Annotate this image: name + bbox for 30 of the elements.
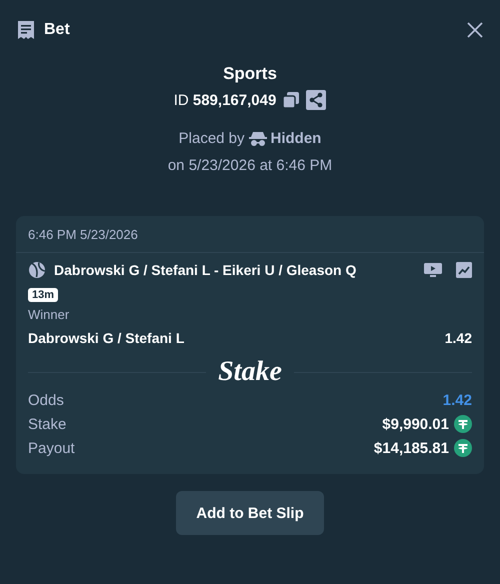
- add-to-bet-slip-button[interactable]: Add to Bet Slip: [176, 491, 324, 535]
- selection-name: Dabrowski G / Stefani L: [28, 330, 184, 346]
- live-time-badge: 13m: [28, 288, 58, 302]
- bet-timestamp: 6:46 PM 5/23/2026: [28, 227, 138, 242]
- copy-button[interactable]: [282, 91, 300, 109]
- stat-value: 1.42: [442, 392, 472, 408]
- stats-button[interactable]: [456, 262, 472, 278]
- dialog-title: Bet: [44, 21, 71, 39]
- bet-category: Sports: [223, 64, 277, 84]
- bet-id: ID 589,167,049: [174, 92, 276, 108]
- brand-logo: Stake: [218, 356, 282, 388]
- close-button[interactable]: [466, 21, 484, 39]
- stat-label: Payout: [28, 440, 75, 456]
- share-button[interactable]: [306, 90, 326, 110]
- stat-value: $14,185.81: [374, 440, 449, 456]
- selection-odds: 1.42: [444, 330, 472, 346]
- receipt-icon: [16, 20, 36, 40]
- tether-coin-icon: [454, 415, 472, 433]
- market-name: Winner: [28, 307, 70, 322]
- event-name: Dabrowski G / Stefani L - Eikeri U / Gleason Q: [54, 262, 358, 278]
- live-stream-button[interactable]: [424, 262, 442, 278]
- username: Hidden: [270, 130, 322, 147]
- stat-label: Stake: [28, 416, 66, 432]
- placed-by-label: Placed by: [178, 130, 245, 147]
- placed-date: on 5/23/2026 at 6:46 PM: [168, 157, 332, 174]
- incognito-icon: [248, 132, 267, 146]
- tether-coin-icon: [454, 439, 472, 457]
- tennis-ball-icon: [28, 261, 46, 279]
- stat-value: $9,990.01: [382, 416, 449, 432]
- stat-label: Odds: [28, 392, 64, 408]
